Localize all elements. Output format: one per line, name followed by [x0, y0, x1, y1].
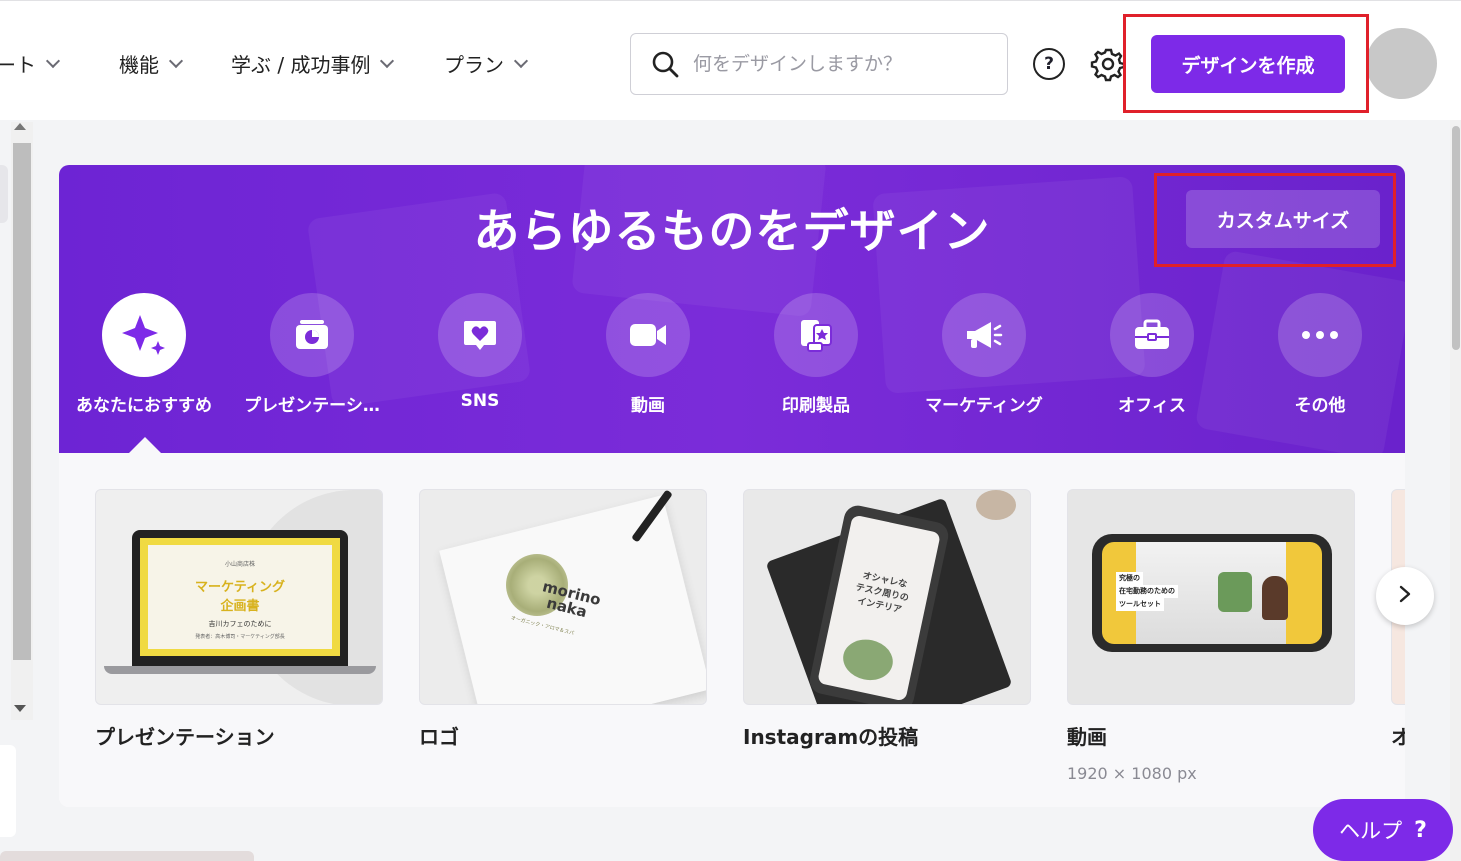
presentation-icon — [296, 320, 328, 349]
video-caption-line-2: 在宅勤務のための — [1116, 585, 1178, 598]
hero-banner: あらゆるものをデザイン カスタムサイズ あなたにおすすめ プレゼンテーシ… SN… — [59, 165, 1405, 453]
category-label: オフィス — [1118, 396, 1186, 416]
post-photo — [839, 635, 897, 685]
card-title: 動画 — [1067, 725, 1107, 749]
active-category-pointer — [129, 437, 161, 453]
category-circle — [606, 293, 690, 377]
print-icon — [801, 320, 832, 352]
slide-subtitle: 吉川カフェのために — [208, 620, 272, 628]
card-thumbnail: 小山商店株 マーケティング 企画書 吉川カフェのために 発表者：高木博司・マーケ… — [95, 489, 383, 705]
card-title: ロゴ — [419, 725, 459, 749]
avatar[interactable] — [1366, 28, 1437, 99]
category-label: マーケティング — [925, 396, 1043, 416]
question-circle-icon[interactable]: ? — [1033, 48, 1065, 80]
category-video[interactable]: 動画 — [564, 293, 732, 416]
card-dimensions: 1920 × 1080 px — [1067, 764, 1197, 783]
category-circle — [774, 293, 858, 377]
nav-plans[interactable]: プラン — [444, 49, 529, 78]
category-circle — [270, 293, 354, 377]
category-label: 印刷製品 — [782, 396, 850, 416]
scroll-up-arrow-icon[interactable] — [14, 123, 26, 130]
category-label: SNS — [460, 391, 500, 411]
left-panel-card — [0, 745, 16, 837]
slide-title-line2: 企画書 — [220, 599, 260, 614]
video-caption: 究極の 在宅勤務のための ツールセット — [1116, 572, 1178, 611]
category-circle — [1278, 293, 1362, 377]
nav-templates-label: ート — [0, 53, 36, 77]
search-box[interactable] — [630, 33, 1008, 95]
search-input[interactable] — [693, 53, 993, 75]
card-title: オ — [1391, 725, 1405, 749]
help-button-label: ヘルプ — [1339, 819, 1403, 843]
slide-title-line1: マーケティング — [195, 580, 285, 595]
nav-features-label: 機能 — [119, 53, 159, 77]
card-video[interactable]: 究極の 在宅勤務のための ツールセット 動画 1920 × 1080 px — [1067, 489, 1355, 783]
gear-icon[interactable] — [1090, 46, 1126, 82]
category-label: 動画 — [631, 396, 665, 416]
category-label: その他 — [1294, 396, 1346, 416]
category-print[interactable]: 印刷製品 — [732, 293, 900, 416]
category-marketing[interactable]: マーケティング — [900, 293, 1068, 416]
left-panel-card — [0, 165, 8, 223]
heart-bubble-icon — [464, 321, 496, 350]
category-more[interactable]: その他 — [1236, 293, 1404, 416]
sparkle-icon — [122, 315, 165, 355]
right-scrollbar-thumb[interactable] — [1452, 126, 1460, 350]
video-caption-line-3: ツールセット — [1116, 598, 1164, 611]
design-everything-panel: あらゆるものをデザイン カスタムサイズ あなたにおすすめ プレゼンテーシ… SN… — [59, 165, 1405, 807]
category-circle — [1110, 293, 1194, 377]
category-sns[interactable]: SNS — [396, 293, 564, 411]
top-navigation-bar: ート 機能 学ぶ / 成功事例 プラン ? デザインを作成 — [0, 0, 1461, 120]
more-icon — [1302, 331, 1338, 339]
person — [1262, 576, 1288, 620]
chevron-down-icon — [513, 53, 529, 68]
help-button[interactable]: ヘルプ ? — [1313, 799, 1453, 861]
category-circle — [942, 293, 1026, 377]
category-office[interactable]: オフィス — [1068, 293, 1236, 416]
help-question-icon: ? — [1414, 817, 1427, 843]
create-design-button[interactable]: デザインを作成 — [1151, 35, 1345, 93]
category-for-you[interactable]: あなたにおすすめ — [60, 293, 228, 416]
video-camera-icon — [630, 324, 666, 346]
card-instagram-post[interactable]: オシャレな テスク周りの インテリア Instagramの投稿 — [743, 489, 1031, 750]
carousel-next-button[interactable] — [1376, 567, 1434, 625]
category-presentation[interactable]: プレゼンテーシ… — [228, 293, 396, 416]
briefcase-icon — [1135, 319, 1169, 349]
chevron-down-icon — [380, 53, 395, 68]
card-thumbnail: morino naka オーガニック・アロマ＆スパ — [419, 489, 707, 705]
left-scrollbar-thumb[interactable] — [13, 143, 31, 660]
card-logo[interactable]: morino naka オーガニック・アロマ＆スパ ロゴ — [419, 489, 707, 750]
video-screen: 究極の 在宅勤務のための ツールセット — [1102, 542, 1322, 644]
custom-size-button[interactable]: カスタムサイズ — [1186, 190, 1380, 248]
bottom-panel-edge — [0, 851, 254, 861]
search-icon — [652, 51, 679, 78]
card-presentation[interactable]: 小山商店株 マーケティング 企画書 吉川カフェのために 発表者：高木博司・マーケ… — [95, 489, 383, 750]
card-thumbnail: オシャレな テスク周りの インテリア — [743, 489, 1031, 705]
plant — [1218, 572, 1252, 612]
chevron-down-icon — [168, 53, 184, 68]
slide-company: 小山商店株 — [224, 561, 255, 568]
category-circle — [438, 293, 522, 377]
design-cards-carousel: 小山商店株 マーケティング 企画書 吉川カフェのために 発表者：高木博司・マーケ… — [59, 453, 1405, 807]
nav-templates[interactable]: ート — [0, 49, 61, 78]
video-caption-line-1: 究極の — [1116, 572, 1143, 585]
category-label: プレゼンテーシ… — [244, 396, 380, 416]
card-thumbnail: 究極の 在宅勤務のための ツールセット — [1067, 489, 1355, 705]
category-label: あなたにおすすめ — [76, 396, 212, 416]
slide-presenter: 発表者：高木博司・マーケティング部長 — [195, 634, 285, 640]
nav-learn[interactable]: 学ぶ / 成功事例 — [231, 49, 395, 78]
nav-plans-label: プラン — [444, 53, 504, 77]
card-title: Instagramの投稿 — [743, 725, 919, 749]
megaphone-icon — [967, 322, 1003, 348]
chevron-right-icon — [1399, 585, 1411, 602]
scroll-down-arrow-icon[interactable] — [14, 705, 26, 712]
nav-features[interactable]: 機能 — [119, 49, 184, 78]
chevron-down-icon — [45, 53, 61, 68]
nav-learn-label: 学ぶ / 成功事例 — [231, 53, 371, 77]
watch — [976, 490, 1016, 520]
card-title: プレゼンテーション — [95, 725, 275, 749]
category-circle — [102, 293, 186, 377]
slide-content: 小山商店株 マーケティング 企画書 吉川カフェのために 発表者：高木博司・マーケ… — [148, 545, 332, 649]
laptop-base — [104, 666, 376, 674]
